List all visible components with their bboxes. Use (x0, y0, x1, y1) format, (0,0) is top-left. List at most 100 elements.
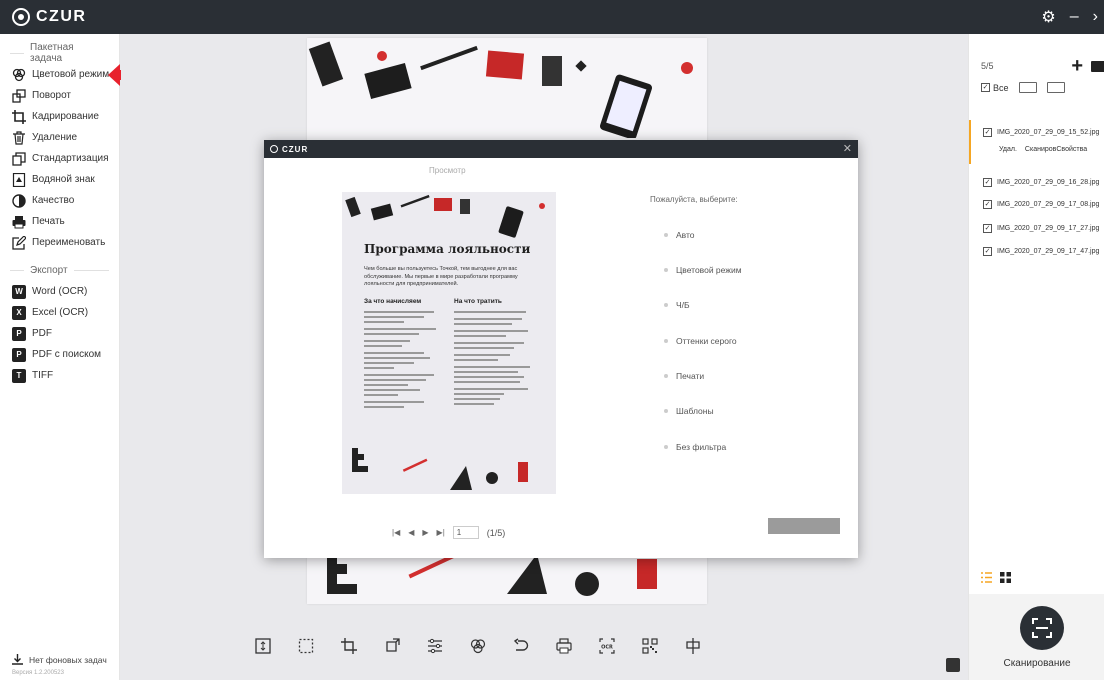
option-black-white[interactable]: Ч/Б (664, 300, 690, 310)
close-window-icon[interactable]: › (1093, 8, 1098, 26)
delete-file-link[interactable]: Удал. (999, 146, 1017, 153)
checkbox-checked-icon[interactable]: ✓ (983, 128, 992, 137)
option-auto[interactable]: Авто (664, 230, 695, 240)
sliders-icon (428, 638, 442, 654)
option-color-mode[interactable]: Цветовой режим (664, 265, 742, 275)
last-page-icon[interactable]: ▶| (437, 528, 445, 537)
page-info-icon[interactable] (946, 658, 960, 672)
sidebar-item-quality[interactable]: Качество (0, 190, 119, 211)
sidebar-item-rotate[interactable]: Поворот (0, 85, 119, 106)
file-actions: Удал. Сканиров Свойства (999, 146, 1087, 153)
option-stamps[interactable]: Печати (664, 371, 704, 381)
radio-dot-icon (664, 374, 668, 378)
rotate-icon (12, 88, 26, 103)
sidebar-item-label: PDF (32, 328, 52, 339)
adjust-button[interactable] (423, 634, 447, 658)
choose-label: Пожалуйста, выберите: (650, 195, 738, 204)
file-item[interactable]: ✓ IMG_2020_07_29_09_15_52.jpg (969, 128, 1104, 137)
scan-icon (1032, 618, 1052, 638)
preview-document-title: Программа лояльности (364, 242, 531, 256)
sidebar-item-rename[interactable]: Переименовать (0, 232, 119, 253)
slideshow-icon[interactable] (1046, 82, 1065, 93)
add-file-icon[interactable]: + (1071, 56, 1083, 76)
file-item[interactable]: ✓ IMG_2020_07_29_09_17_27.jpg (969, 224, 1104, 233)
sidebar-item-label: Качество (32, 195, 75, 206)
export-header-label: Экспорт (30, 264, 68, 276)
ocr-button[interactable]: OCR (595, 634, 619, 658)
czur-logo-icon (270, 145, 278, 153)
sidebar-item-watermark[interactable]: Водяной знак (0, 169, 119, 190)
file-count: 5/5 (981, 61, 994, 71)
preview-image: Программа лояльности Чем больше вы польз… (342, 192, 556, 494)
file-item[interactable]: ✓ IMG_2020_07_29_09_16_28.jpg (969, 178, 1104, 187)
page-total-label: (1/5) (486, 527, 506, 538)
prev-page-icon[interactable]: ◀ (408, 528, 414, 537)
scan-label: Сканирование (1003, 658, 1071, 669)
option-label: Ч/Б (676, 300, 690, 310)
confirm-button[interactable] (768, 518, 840, 534)
option-grayscale[interactable]: Оттенки серого (664, 336, 737, 346)
undo-icon (513, 638, 529, 651)
sidebar-item-standardize[interactable]: Стандартизация (0, 148, 119, 169)
select-row: ✓ Все (981, 82, 1065, 93)
sidebar-item-print[interactable]: Печать (0, 211, 119, 232)
grid-view-icon[interactable] (1000, 572, 1011, 583)
list-view-icon[interactable] (981, 572, 992, 583)
select-area-button[interactable] (294, 634, 318, 658)
option-label: Без фильтра (676, 442, 727, 452)
background-tasks-button[interactable]: Нет фоновых задач (0, 650, 120, 670)
sidebar-item-pdf-search[interactable]: P PDF с поиском (0, 344, 119, 365)
fit-height-button[interactable] (251, 634, 275, 658)
file-item[interactable]: ✓ IMG_2020_07_29_09_17_08.jpg (969, 200, 1104, 209)
selection-icon (298, 638, 314, 654)
color-mode-button[interactable] (466, 634, 490, 658)
minimize-icon[interactable]: – (1070, 8, 1079, 26)
page-number-input[interactable] (452, 526, 479, 539)
print-icon (12, 215, 26, 229)
folder-icon[interactable] (1091, 60, 1104, 72)
print-button[interactable] (552, 634, 576, 658)
next-page-icon[interactable]: ▶ (422, 528, 428, 537)
view-toggle (981, 572, 1011, 583)
svg-text:OCR: OCR (601, 645, 613, 651)
split-page-icon (686, 638, 700, 654)
qr-code-button[interactable] (638, 634, 662, 658)
dialog-title-bar: CZUR ✕ (264, 140, 858, 158)
sidebar-item-crop[interactable]: Кадрирование (0, 106, 119, 127)
checkbox-checked-icon[interactable]: ✓ (983, 224, 992, 233)
sidebar-item-color-mode[interactable]: Цветовой режим (0, 64, 119, 85)
rename-icon (12, 235, 26, 250)
fit-height-icon (255, 638, 271, 654)
sidebar-item-pdf[interactable]: P PDF (0, 323, 119, 344)
dialog-close-icon[interactable]: ✕ (843, 142, 852, 155)
scan-button[interactable] (1020, 606, 1064, 650)
sidebar-item-excel-ocr[interactable]: X Excel (OCR) (0, 302, 119, 323)
crop-button[interactable] (337, 634, 361, 658)
split-button[interactable] (681, 634, 705, 658)
image-view-icon[interactable] (1018, 82, 1037, 93)
sidebar-item-label: PDF с поиском (32, 349, 102, 360)
rescan-file-link[interactable]: Сканиров (1025, 146, 1056, 153)
option-no-filter[interactable]: Без фильтра (664, 442, 726, 452)
sidebar-item-word-ocr[interactable]: W Word (OCR) (0, 281, 119, 302)
file-item[interactable]: ✓ IMG_2020_07_29_09_17_47.jpg (969, 247, 1104, 256)
sidebar-item-tiff[interactable]: T TIFF (0, 365, 119, 386)
checkbox-checked-icon[interactable]: ✓ (983, 247, 992, 256)
option-templates[interactable]: Шаблоны (664, 406, 714, 416)
checkbox-checked-icon[interactable]: ✓ (983, 200, 992, 209)
right-panel: 5/5 + ✓ Все ✓ IMG_2020_07_29_09_15_52.jp… (968, 34, 1104, 680)
sidebar-item-label: Стандартизация (32, 153, 109, 164)
first-page-icon[interactable]: |◀ (392, 528, 400, 537)
window-controls: ⚙ – › (1041, 0, 1098, 34)
rotate-button[interactable] (380, 634, 404, 658)
settings-gear-icon[interactable]: ⚙ (1041, 7, 1055, 27)
select-all-checkbox[interactable]: ✓ Все (981, 83, 1009, 93)
file-properties-link[interactable]: Свойства (1056, 146, 1087, 153)
page-top-illustration (308, 41, 693, 138)
file-name: IMG_2020_07_29_09_15_52.jpg (997, 129, 1100, 136)
undo-button[interactable] (509, 634, 533, 658)
checkbox-checked-icon[interactable]: ✓ (983, 178, 992, 187)
file-name: IMG_2020_07_29_09_17_27.jpg (997, 225, 1100, 232)
sidebar-item-delete[interactable]: Удаление (0, 127, 119, 148)
title-bar: CZUR ⚙ – › (0, 0, 1104, 34)
